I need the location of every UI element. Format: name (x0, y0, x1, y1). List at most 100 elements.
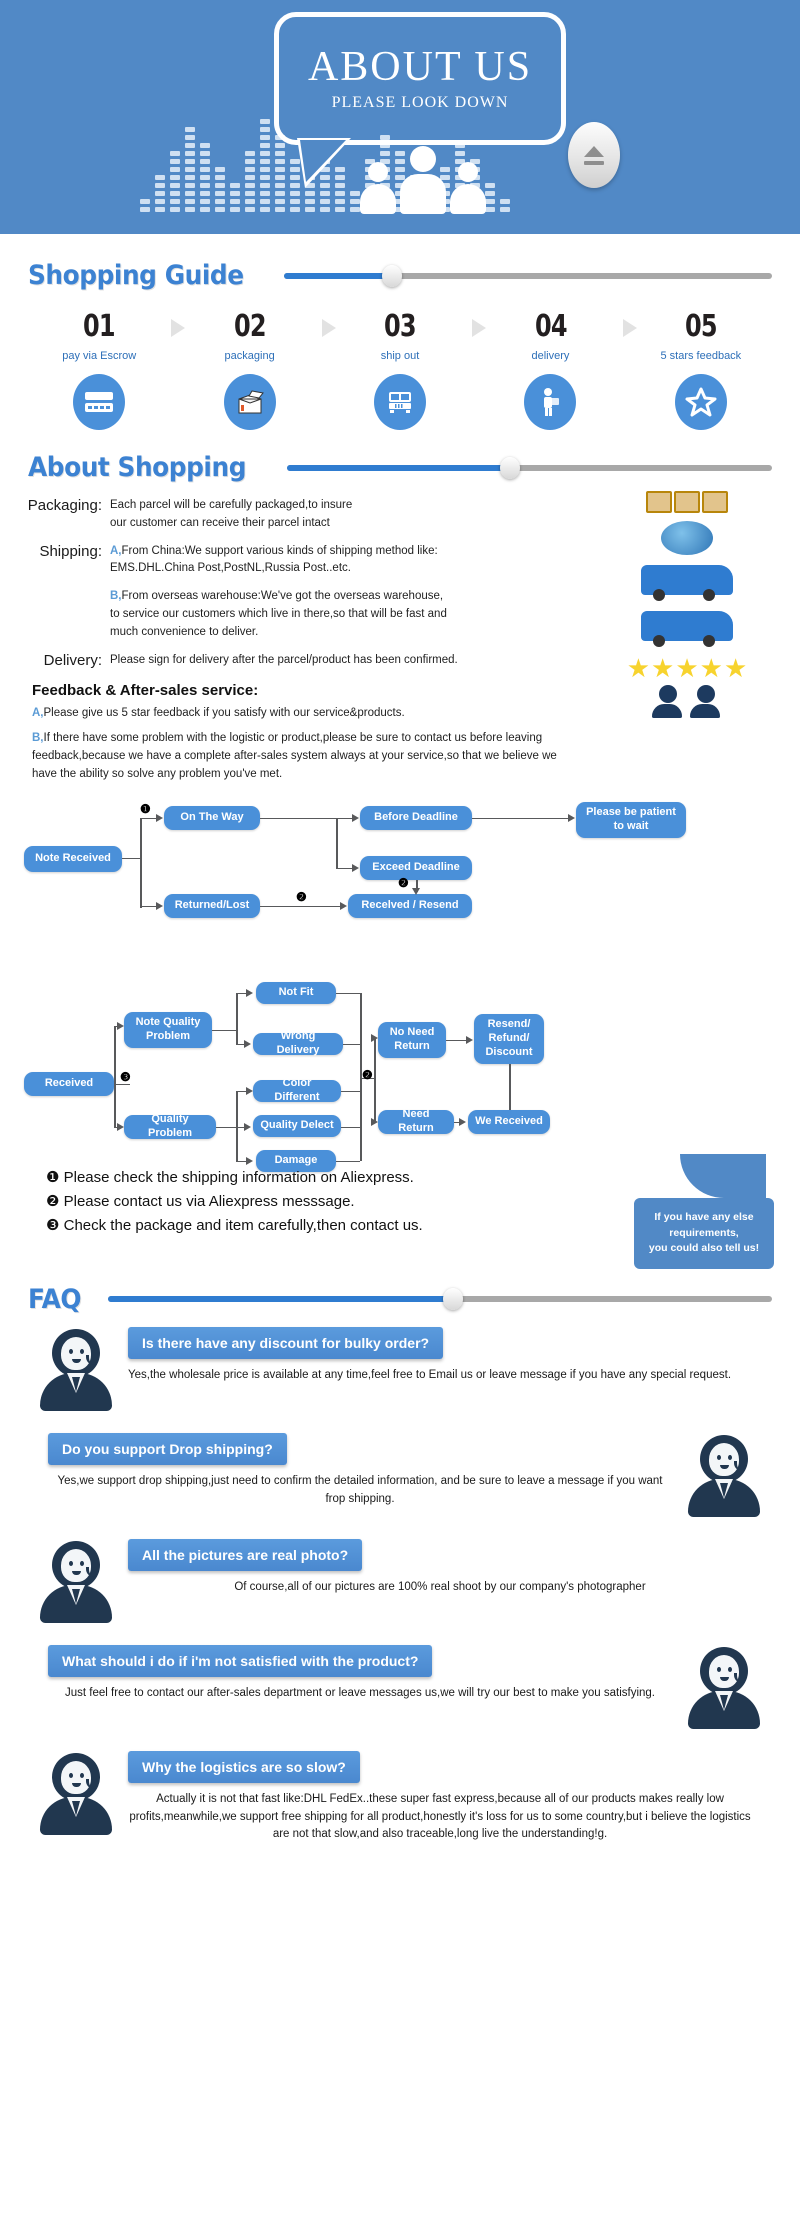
equalizer-column (200, 143, 210, 212)
flow-node-quality-delect[interactable]: Quality Delect (253, 1114, 341, 1137)
equalizer-segment (245, 183, 255, 188)
slider-knob[interactable] (381, 264, 402, 287)
avatar-body (40, 1372, 112, 1411)
support-agent-avatar (38, 1328, 114, 1415)
equalizer-segment (170, 199, 180, 204)
equalizer-segment (230, 199, 240, 204)
equalizer-segment (350, 199, 360, 204)
equalizer-column (260, 119, 270, 212)
step-label: 5 stars feedback (660, 350, 742, 362)
eject-icon[interactable] (568, 122, 620, 188)
slider-knob[interactable] (443, 1288, 464, 1311)
equalizer-segment (290, 191, 300, 196)
flow-node-we-received[interactable]: We Received (468, 1109, 550, 1134)
faq-question[interactable]: All the pictures are real photo? (128, 1538, 363, 1571)
flow-connector (336, 817, 338, 868)
flow-node-note-quality-problem[interactable]: Note Quality Problem (124, 1011, 212, 1048)
support-agent-avatar (38, 1752, 114, 1839)
flow-node-received[interactable]: Received (24, 1071, 114, 1096)
flow-marker-1: ❶ (140, 801, 151, 816)
flow-node-received-resend[interactable]: Recelved / Resend (348, 893, 472, 918)
faq-slider[interactable] (107, 1288, 772, 1311)
equalizer-segment (185, 199, 195, 204)
faq-question[interactable]: Why the logistics are so slow? (128, 1750, 360, 1783)
faq-question[interactable]: Do you support Drop shipping? (48, 1432, 287, 1465)
about-shopping-slider[interactable] (286, 456, 772, 479)
note-marker: ❸ (46, 1216, 60, 1234)
speech-bubble: ABOUT US PLEASE LOOK DOWN (274, 12, 566, 145)
equalizer-segment (260, 127, 270, 132)
list-marker: A, (110, 544, 122, 557)
about-row-text: Please sign for delivery after the parce… (110, 652, 458, 670)
flow-arrow (352, 863, 359, 872)
equalizer-segment (200, 207, 210, 212)
about-line: our customer can receive their parcel in… (110, 516, 330, 529)
equalizer-segment (260, 159, 270, 164)
flow-node-please-be-patient[interactable]: Please be patient to wait (576, 801, 686, 838)
shopping-step-01: 01 pay via Escrow (24, 309, 186, 430)
step-number: 02 (233, 309, 267, 344)
flow-node-wrong-delivery[interactable]: Wrong Delivery (253, 1030, 343, 1056)
equalizer-segment (260, 207, 270, 212)
avatar-face (61, 1548, 91, 1582)
equalizer-segment (275, 151, 285, 156)
equalizer-segment (245, 199, 255, 204)
equalizer-column (350, 191, 360, 212)
slider-knob[interactable] (500, 456, 521, 479)
flow-node-no-need-return[interactable]: No Need Return (378, 1021, 446, 1058)
flow-node-on-the-way[interactable]: On The Way (164, 805, 260, 830)
about-line: A,From China:We support various kinds of… (110, 544, 438, 557)
flow-arrow (156, 813, 163, 822)
about-shopping-body: ★ ★ ★ ★ ★ Packaging: Each parcel will be care… (0, 483, 800, 784)
flow-node-before-deadline[interactable]: Before Deadline (360, 805, 472, 830)
flow-node-exceed-deadline[interactable]: Exceed Deadline (360, 855, 472, 880)
shopping-guide-slider[interactable] (284, 264, 772, 287)
equalizer-segment (185, 135, 195, 140)
flow-arrow (371, 1033, 378, 1042)
equalizer-segment (350, 191, 360, 196)
callout-swoosh-icon (680, 1153, 766, 1198)
support-agent-avatar (686, 1434, 762, 1521)
flow-connector (114, 1025, 116, 1128)
equalizer-segment (155, 207, 165, 212)
equalizer-segment (260, 175, 270, 180)
equalizer-column (245, 151, 255, 212)
step-number: 01 (83, 309, 116, 344)
page-subtitle: PLEASE LOOK DOWN (331, 93, 509, 111)
globe-icon (661, 521, 713, 555)
callout-text: If you have any else requirements, you c… (634, 1197, 774, 1269)
equalizer-segment (260, 191, 270, 196)
section-shopping-guide-header: Shopping Guide (0, 260, 800, 291)
flow-node-not-fit[interactable]: Not Fit (256, 981, 336, 1004)
avatar-head (52, 1328, 100, 1377)
equalizer-segment (290, 207, 300, 212)
flow-node-note-received[interactable]: Note Received (24, 845, 122, 872)
equalizer-segment (260, 183, 270, 188)
flow-node-quality-problem[interactable]: Quality Problem (124, 1113, 216, 1139)
flow-arrow (340, 901, 347, 910)
page-title: ABOUT US (307, 43, 533, 90)
flow-node-color-different[interactable]: Color Different (253, 1077, 341, 1103)
equalizer-segment (170, 151, 180, 156)
avatar-head (52, 1752, 100, 1801)
step-label: packaging (224, 350, 275, 362)
equalizer-segment (230, 191, 240, 196)
faq-answer: Yes,the wholesale price is available at … (128, 1368, 732, 1381)
flow-marker-2b: ❷ (296, 889, 307, 904)
equalizer-segment (335, 191, 345, 196)
equalizer-segment (275, 207, 285, 212)
equalizer-segment (200, 183, 210, 188)
about-row-label: Delivery: (43, 651, 102, 669)
faq-question[interactable]: Is there have any discount for bulky ord… (128, 1326, 444, 1359)
flow-node-need-return[interactable]: Need Return (378, 1108, 454, 1134)
flow-node-returned-lost[interactable]: Returned/Lost (164, 893, 260, 918)
equalizer-segment (245, 151, 255, 156)
equalizer-segment (260, 119, 270, 124)
flow-node-resend-refund-discount[interactable]: Resend/ Refund/ Discount (474, 1013, 544, 1064)
faq-question[interactable]: What should i do if i'm not satisfied wi… (48, 1644, 433, 1677)
faq-answer: Of course,all of our pictures are 100% r… (234, 1580, 646, 1593)
notes-and-callout: ❶ Please check the shipping information … (0, 1153, 800, 1278)
about-us-page: ABOUT US PLEASE LOOK DOWN Shopping Guide… (0, 0, 800, 1847)
equalizer-segment (275, 167, 285, 172)
equalizer-segment (170, 207, 180, 212)
